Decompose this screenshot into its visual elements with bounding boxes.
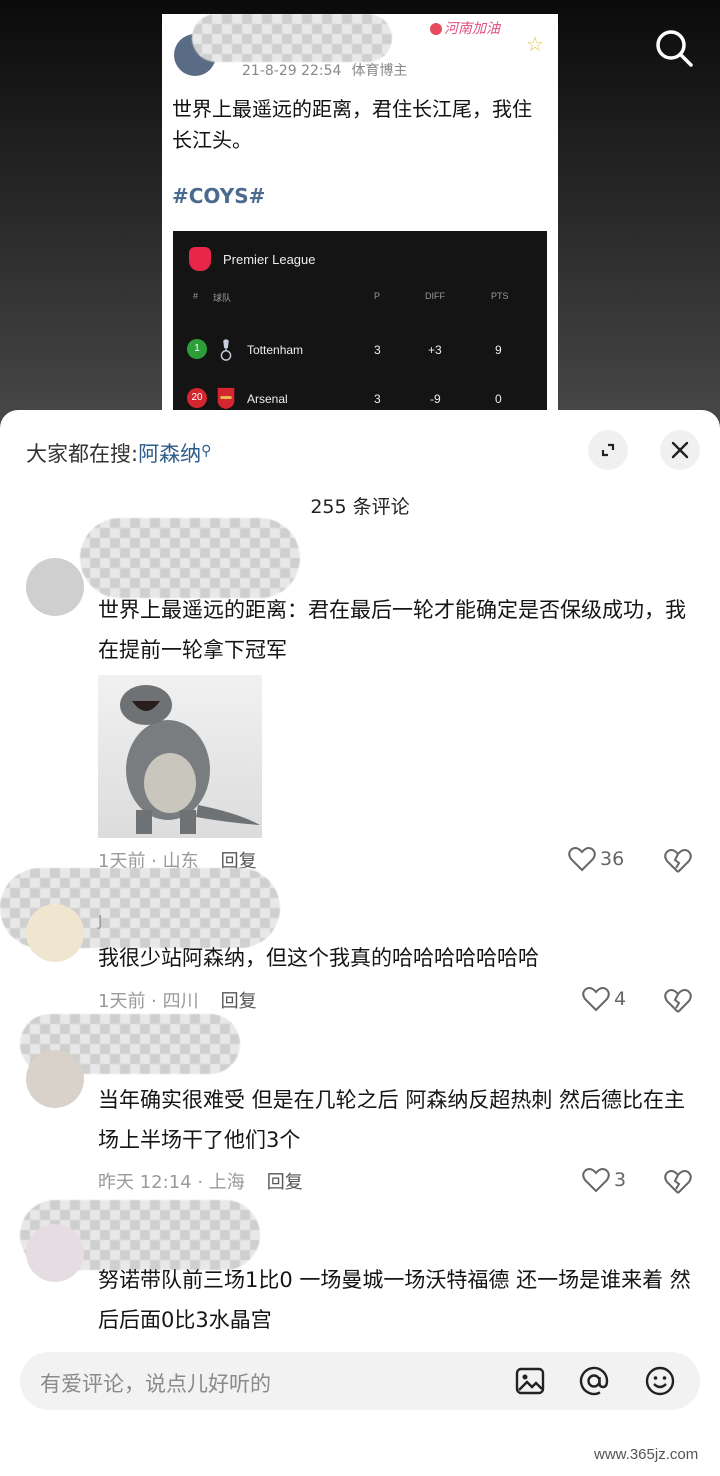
goal-diff: +3 xyxy=(428,343,442,357)
table-row: 20 Arsenal 3 -9 0 xyxy=(173,387,547,412)
expand-icon xyxy=(601,443,615,457)
star-icon: ☆ xyxy=(526,32,544,56)
points: 0 xyxy=(495,392,502,406)
team-name: Arsenal xyxy=(247,392,288,406)
post-logo: 河南加油 xyxy=(430,18,500,38)
comment-meta: 昨天 12:14 · 上海 回复 xyxy=(98,1168,303,1194)
trending-search-prefix: 大家都在搜: xyxy=(26,442,139,466)
like-button[interactable]: 4 xyxy=(582,986,626,1012)
comment-item: 世界上最遥远的距离：君在最后一轮才能确定是否保级成功，我在提前一轮拿下冠军 1天… xyxy=(0,518,720,878)
watermark: www.365jz.com xyxy=(594,1446,699,1463)
post-date: 21-8-29 22:54 xyxy=(242,63,342,79)
small-search-icon: ⚲ xyxy=(201,443,212,459)
comment-text: 我很少站阿森纳，但这个我真的哈哈哈哈哈哈哈 xyxy=(98,946,539,970)
video-background: 21-8-29 22:54 体育博主 河南加油 ☆ 世界上最遥远的距离，君住长江尾… xyxy=(0,0,720,440)
heart-icon xyxy=(568,847,596,872)
post-card: 21-8-29 22:54 体育博主 河南加油 ☆ 世界上最遥远的距离，君住长江尾… xyxy=(162,14,558,434)
avatar[interactable] xyxy=(26,904,84,962)
like-button[interactable]: 3 xyxy=(582,1167,626,1193)
mention-icon[interactable] xyxy=(578,1365,610,1397)
heart-icon xyxy=(582,1168,610,1193)
broken-heart-icon[interactable] xyxy=(664,988,692,1014)
comment-username: J xyxy=(98,912,103,930)
like-button[interactable]: 36 xyxy=(568,846,624,872)
col-played: P xyxy=(374,291,381,301)
creature-sticker-image xyxy=(120,685,260,834)
reply-button[interactable]: 回复 xyxy=(267,1172,303,1193)
table-row: 1 Tottenham 3 +3 9 xyxy=(173,339,547,363)
comment-count: 255 条评论 xyxy=(310,496,410,518)
col-team: 球队 xyxy=(213,293,232,303)
post-text: 世界上最遥远的距离，君住长江尾，我住长江头。 xyxy=(172,97,532,152)
post-meta: 21-8-29 22:54 体育博主 xyxy=(242,60,407,80)
comment-text: 努诺带队前三场1比0 一场曼城一场沃特福德 还一场是谁来着 然后后面0比3水晶宫 xyxy=(98,1268,691,1332)
like-count: 3 xyxy=(614,1169,627,1191)
comment-input-placeholder: 有爱评论，说点儿好听的 xyxy=(40,1372,271,1396)
goal-diff: -9 xyxy=(430,392,441,406)
like-count: 4 xyxy=(614,988,627,1010)
comment-sheet: 大家都在搜:阿森纳⚲ 255 条评论 世界上最遥远的距离：君在最后一轮才能确定是… xyxy=(0,410,720,1476)
comment-meta: 1天前 · 四川 回复 xyxy=(98,987,257,1013)
post-source: 体育博主 xyxy=(351,63,408,79)
comment-text: 世界上最遥远的距离：君在最后一轮才能确定是否保级成功，我在提前一轮拿下冠军 xyxy=(98,598,686,662)
comment-item: 努诺带队前三场1比0 一场曼城一场沃特福德 还一场是谁来着 然后后面0比3水晶宫 xyxy=(0,1194,720,1344)
col-points: PTS xyxy=(491,291,509,301)
like-count: 36 xyxy=(600,848,625,870)
close-icon xyxy=(671,441,689,459)
trending-search-keyword[interactable]: 阿森纳 xyxy=(138,442,201,466)
arsenal-crest-icon xyxy=(217,387,235,410)
broken-heart-icon[interactable] xyxy=(664,1169,692,1195)
post-hashtag: #COYS# xyxy=(172,184,266,208)
blurred-username xyxy=(192,14,392,62)
tottenham-crest-icon xyxy=(220,339,232,361)
close-button[interactable] xyxy=(660,430,700,470)
league-header: Premier League xyxy=(189,247,316,271)
expand-button[interactable] xyxy=(588,430,628,470)
reply-button[interactable]: 回复 xyxy=(221,991,257,1012)
comment-text: 当年确实很难受 但是在几轮之后 阿森纳反超热刺 然后德比在主场上半场干了他们3个 xyxy=(98,1088,686,1152)
comment-time-location: 1天前 · 四川 xyxy=(98,991,199,1012)
trending-search[interactable]: 大家都在搜:阿森纳⚲ xyxy=(26,438,211,468)
avatar[interactable] xyxy=(26,1224,84,1282)
avatar[interactable] xyxy=(26,1050,84,1108)
emoji-icon[interactable] xyxy=(644,1365,676,1397)
comment-time-location: 昨天 12:14 · 上海 xyxy=(98,1172,245,1193)
search-icon[interactable] xyxy=(652,26,696,70)
blurred-username xyxy=(80,518,300,598)
comment-item: J 我很少站阿森纳，但这个我真的哈哈哈哈哈哈哈 1天前 · 四川 回复 4 xyxy=(0,868,720,1014)
image-icon[interactable] xyxy=(514,1365,546,1397)
league-title: Premier League xyxy=(223,251,316,267)
col-diff: DIFF xyxy=(425,291,445,301)
comment-image[interactable] xyxy=(98,675,262,838)
logo-mark-icon xyxy=(430,23,442,35)
comment-input[interactable]: 有爱评论，说点儿好听的 xyxy=(20,1352,700,1410)
position-badge: 1 xyxy=(187,339,207,359)
played: 3 xyxy=(374,343,381,357)
heart-icon xyxy=(582,987,610,1012)
league-table: Premier League # 球队 P DIFF PTS 1 Tottenh… xyxy=(173,231,547,431)
position-badge: 20 xyxy=(187,388,207,408)
comment-item: 当年确实很难受 但是在几轮之后 阿森纳反超热刺 然后德比在主场上半场干了他们3个… xyxy=(0,1014,720,1194)
played: 3 xyxy=(374,392,381,406)
points: 9 xyxy=(495,343,502,357)
avatar[interactable] xyxy=(26,558,84,616)
col-pos: # xyxy=(193,291,199,301)
team-name: Tottenham xyxy=(247,343,304,357)
premier-league-logo-icon xyxy=(189,247,211,271)
broken-heart-icon[interactable] xyxy=(664,848,692,874)
